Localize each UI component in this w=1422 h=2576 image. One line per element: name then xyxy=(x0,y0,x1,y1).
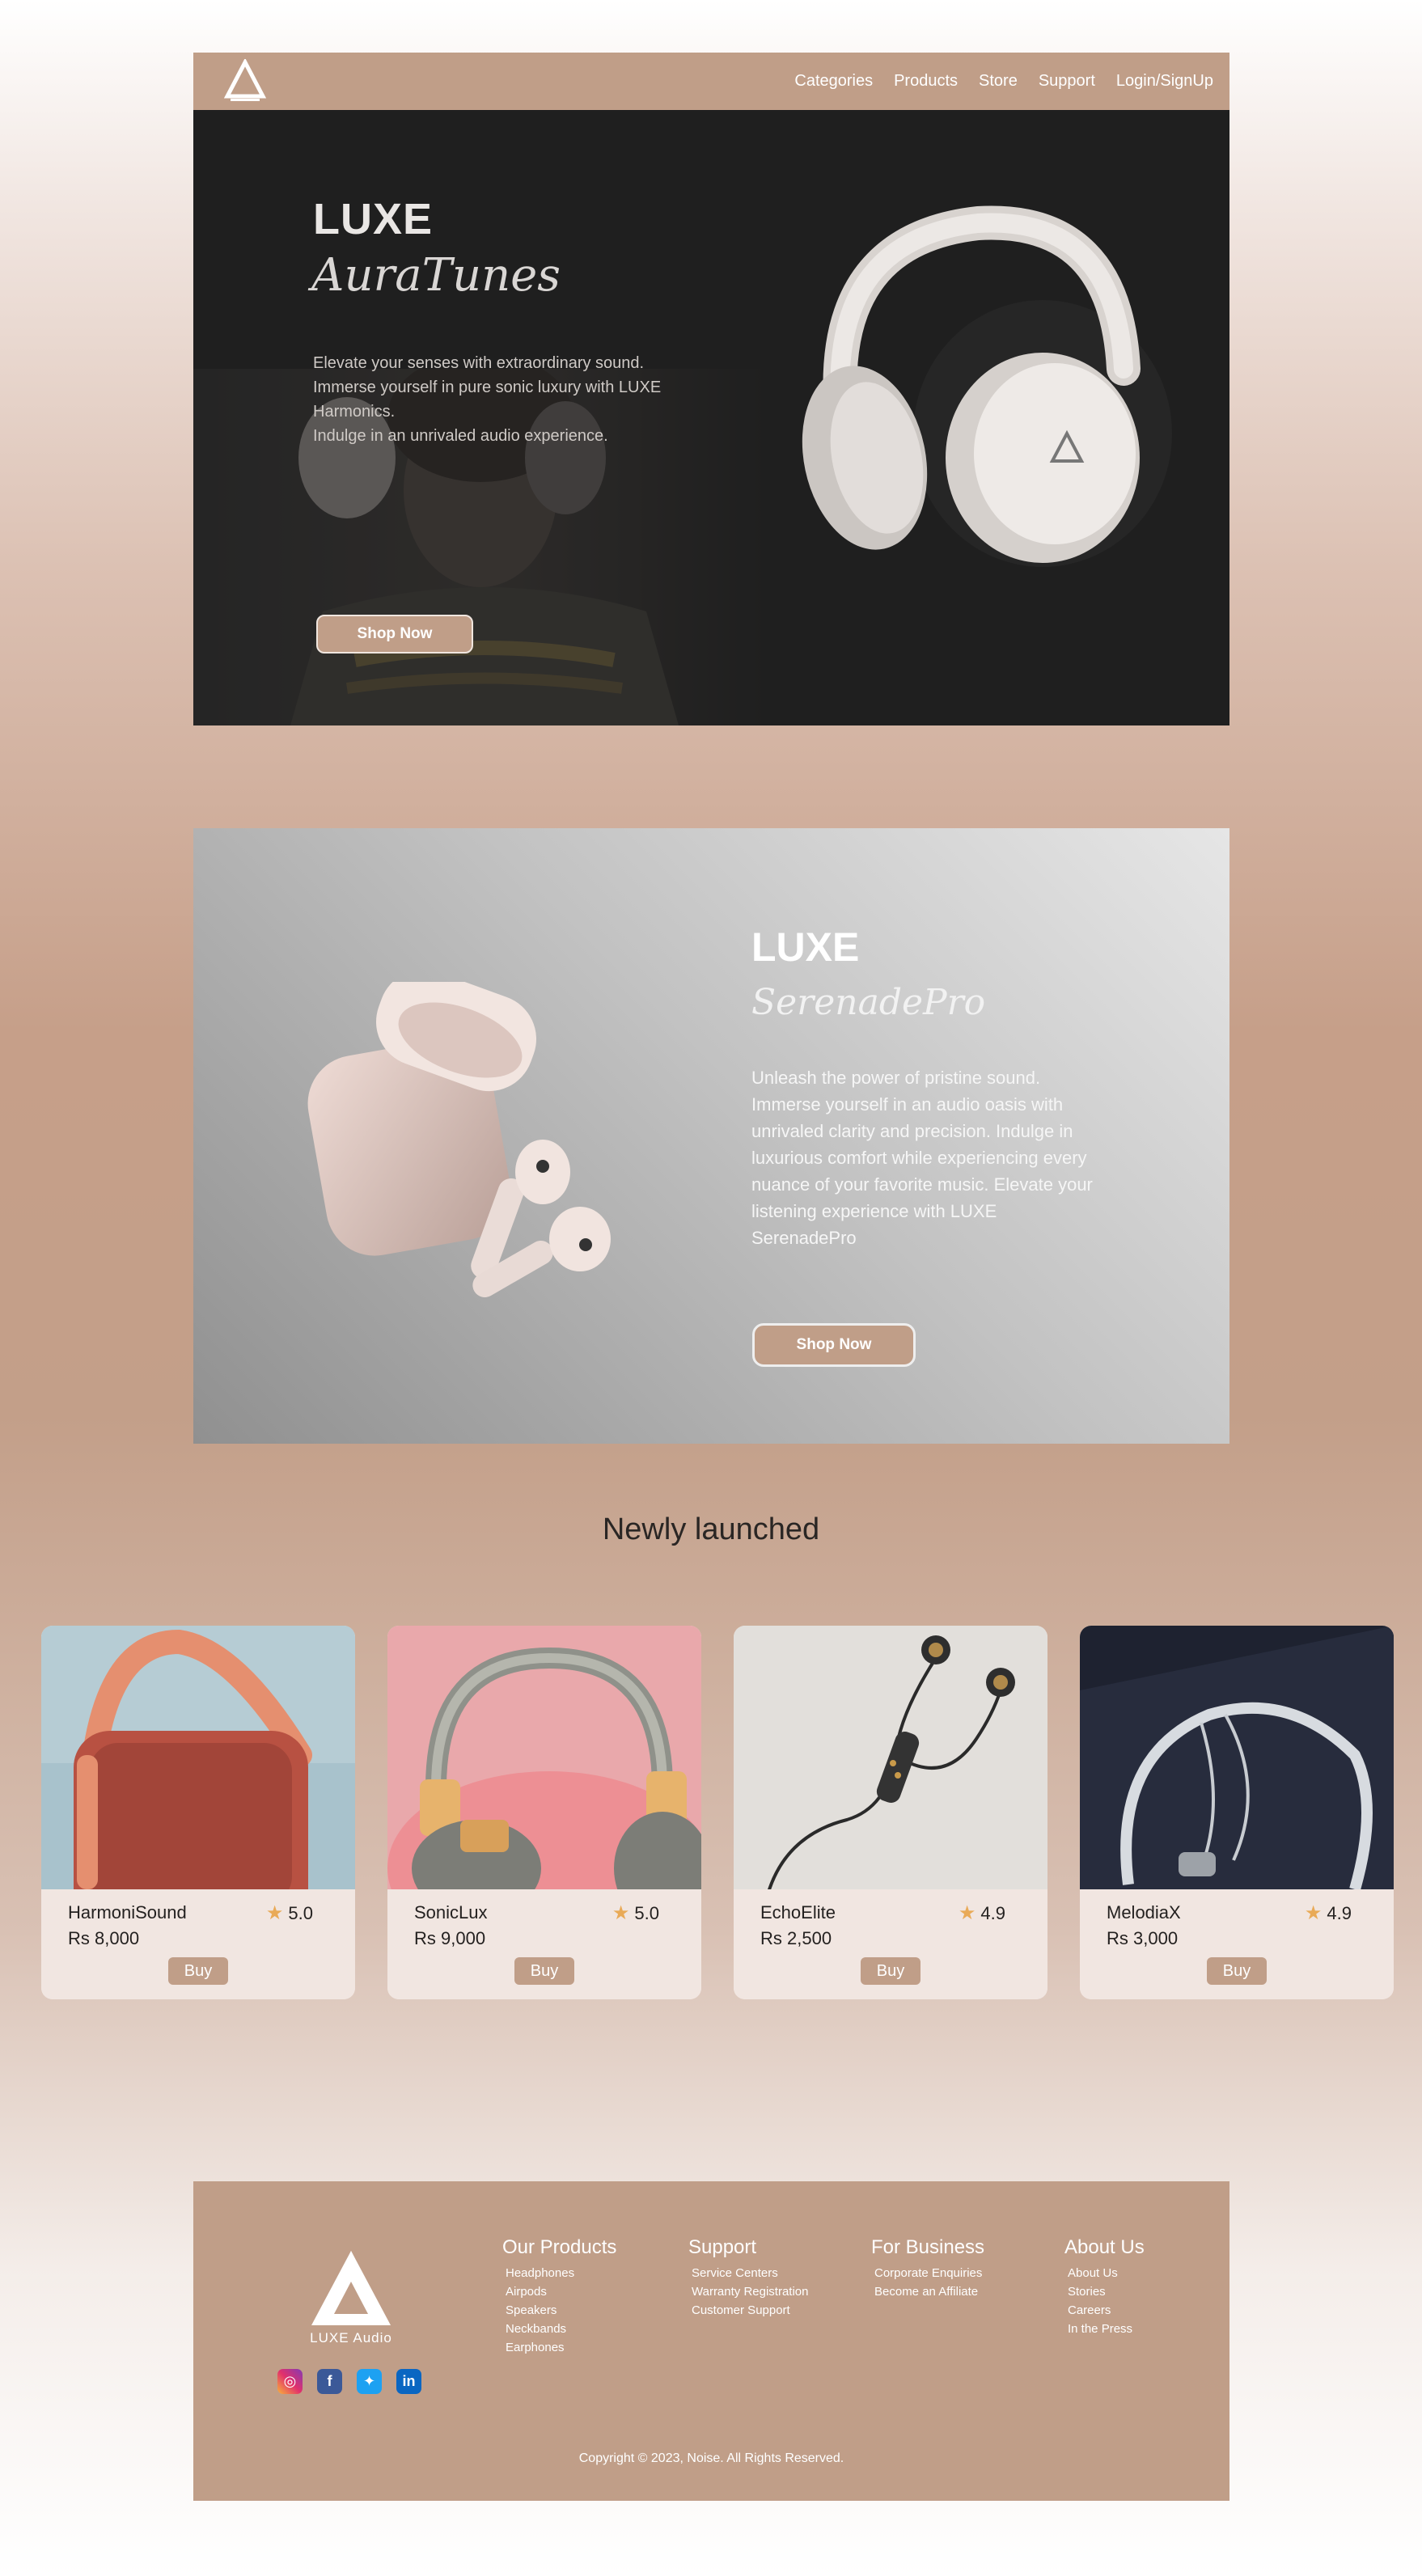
nav-products[interactable]: Products xyxy=(894,72,958,91)
hero2-product-name: SerenadePro xyxy=(751,982,986,1023)
product-name: MelodiaX xyxy=(1107,1902,1181,1922)
footer-link[interactable]: Customer Support xyxy=(688,2301,809,2320)
footer-link[interactable]: Stories xyxy=(1064,2282,1145,2301)
section-title-newly-launched: Newly launched xyxy=(602,1512,820,1546)
footer-link[interactable]: Careers xyxy=(1064,2301,1145,2320)
nav-links: Categories Products Store Support Login/… xyxy=(794,53,1213,110)
product-info: HarmoniSound ★ 5.0 Rs 8,000 Buy xyxy=(41,1889,355,1999)
product-rating: ★ 5.0 xyxy=(266,1903,313,1924)
social-links: ◎ f ✦ in xyxy=(277,2369,421,2394)
hero2-shop-now-button[interactable]: Shop Now xyxy=(752,1323,916,1367)
footer-col-heading: For Business xyxy=(871,2236,985,2258)
product-name: SonicLux xyxy=(414,1902,488,1922)
product-image-headphones xyxy=(387,1626,701,1889)
product-name: HarmoniSound xyxy=(68,1902,187,1922)
product-card[interactable]: SonicLux ★ 5.0 Rs 9,000 Buy xyxy=(387,1626,701,1999)
rating-value: 4.9 xyxy=(1327,1903,1352,1923)
footer-col-support: Support Service Centers Warranty Registr… xyxy=(688,2236,809,2320)
product-rating: ★ 5.0 xyxy=(612,1903,659,1924)
instagram-icon[interactable]: ◎ xyxy=(277,2369,303,2394)
product-price: Rs 9,000 xyxy=(414,1928,486,1948)
footer-link[interactable]: Neckbands xyxy=(502,2320,616,2338)
product-info: EchoElite ★ 4.9 Rs 2,500 Buy xyxy=(734,1889,1047,1999)
product-card[interactable]: MelodiaX ★ 4.9 Rs 3,000 Buy xyxy=(1080,1626,1394,1999)
footer-col-heading: About Us xyxy=(1064,2236,1145,2258)
footer-link[interactable]: Earphones xyxy=(502,2338,616,2357)
linkedin-icon[interactable]: in xyxy=(396,2369,421,2394)
footer-link[interactable]: Corporate Enquiries xyxy=(871,2264,984,2282)
product-card[interactable]: HarmoniSound ★ 5.0 Rs 8,000 Buy xyxy=(41,1626,355,1999)
nav-store[interactable]: Store xyxy=(979,72,1018,91)
footer-col-our-products: Our Products Headphones Airpods Speakers… xyxy=(502,2236,616,2357)
product-image-earphones xyxy=(734,1626,1047,1889)
product-rating: ★ 4.9 xyxy=(1305,1903,1352,1924)
footer-brand: LUXE Audio xyxy=(310,2330,392,2345)
hero1-desc-line: Elevate your senses with extraordinary s… xyxy=(313,354,645,372)
nav-login-signup[interactable]: Login/SignUp xyxy=(1116,72,1213,91)
product-price: Rs 2,500 xyxy=(760,1928,832,1948)
hero1-description: Elevate your senses with extraordinary s… xyxy=(313,351,669,448)
hero2-brand: LUXE xyxy=(751,924,860,970)
hero1-desc-line: Indulge in an unrivaled audio experience… xyxy=(313,427,608,445)
buy-button[interactable]: Buy xyxy=(861,1957,920,1985)
footer-link[interactable]: Airpods xyxy=(502,2282,616,2301)
star-icon: ★ xyxy=(1304,1902,1323,1924)
hero1-shop-now-button[interactable]: Shop Now xyxy=(316,615,473,654)
hero-auratunes: LUXE AuraTunes Elevate your senses with … xyxy=(193,110,1229,725)
footer-link[interactable]: Service Centers xyxy=(688,2264,809,2282)
footer-col-about-us: About Us About Us Stories Careers In the… xyxy=(1064,2236,1145,2338)
copyright-text: Copyright © 2023, Noise. All Rights Rese… xyxy=(578,2451,844,2465)
star-icon: ★ xyxy=(958,1902,976,1924)
product-price: Rs 8,000 xyxy=(68,1928,140,1948)
product-name: EchoElite xyxy=(760,1902,836,1922)
footer-link[interactable]: Warranty Registration xyxy=(688,2282,809,2301)
twitter-icon[interactable]: ✦ xyxy=(357,2369,382,2394)
luxe-logo-icon[interactable] xyxy=(222,59,268,104)
top-navbar: Categories Products Store Support Login/… xyxy=(193,53,1229,110)
star-icon: ★ xyxy=(265,1902,284,1924)
nav-support[interactable]: Support xyxy=(1039,72,1095,91)
rating-value: 5.0 xyxy=(634,1903,659,1923)
white-headphones-image xyxy=(802,205,1172,567)
footer-col-for-business: For Business Corporate Enquiries Become … xyxy=(871,2236,984,2301)
footer-link[interactable]: About Us xyxy=(1064,2264,1145,2282)
hero1-brand: LUXE xyxy=(313,195,434,243)
buy-button[interactable]: Buy xyxy=(1207,1957,1267,1985)
buy-button[interactable]: Buy xyxy=(514,1957,574,1985)
footer-col-heading: Support xyxy=(688,2236,757,2258)
hero-serenadepro: LUXE SerenadePro Unleash the power of pr… xyxy=(193,828,1229,1444)
product-image-speaker xyxy=(41,1626,355,1889)
footer: LUXE Audio ◎ f ✦ in Our Products Headpho… xyxy=(193,2181,1229,2501)
rating-value: 5.0 xyxy=(288,1903,313,1923)
footer-link[interactable]: Become an Affiliate xyxy=(871,2282,984,2301)
hero1-desc-line: Immerse yourself in pure sonic luxury wi… xyxy=(313,379,662,421)
nav-categories[interactable]: Categories xyxy=(794,72,873,91)
footer-link[interactable]: Headphones xyxy=(502,2264,616,2282)
airpods-image xyxy=(307,982,611,1297)
product-rating: ★ 4.9 xyxy=(959,1903,1005,1924)
hero2-description: Unleash the power of pristine sound. Imm… xyxy=(751,1068,1093,1248)
rating-value: 4.9 xyxy=(980,1903,1005,1923)
facebook-icon[interactable]: f xyxy=(317,2369,342,2394)
star-icon: ★ xyxy=(612,1902,630,1924)
product-image-neckband xyxy=(1080,1626,1394,1889)
product-info: SonicLux ★ 5.0 Rs 9,000 Buy xyxy=(387,1889,701,1999)
luxe-audio-logo-icon[interactable] xyxy=(307,2248,396,2329)
product-price: Rs 3,000 xyxy=(1107,1928,1179,1948)
product-card[interactable]: EchoElite ★ 4.9 Rs 2,500 Buy xyxy=(734,1626,1047,1999)
product-info: MelodiaX ★ 4.9 Rs 3,000 Buy xyxy=(1080,1889,1394,1999)
footer-col-heading: Our Products xyxy=(502,2236,617,2258)
buy-button[interactable]: Buy xyxy=(168,1957,228,1985)
footer-link[interactable]: In the Press xyxy=(1064,2320,1145,2338)
footer-link[interactable]: Speakers xyxy=(502,2301,616,2320)
hero1-product-name: AuraTunes xyxy=(311,249,561,302)
